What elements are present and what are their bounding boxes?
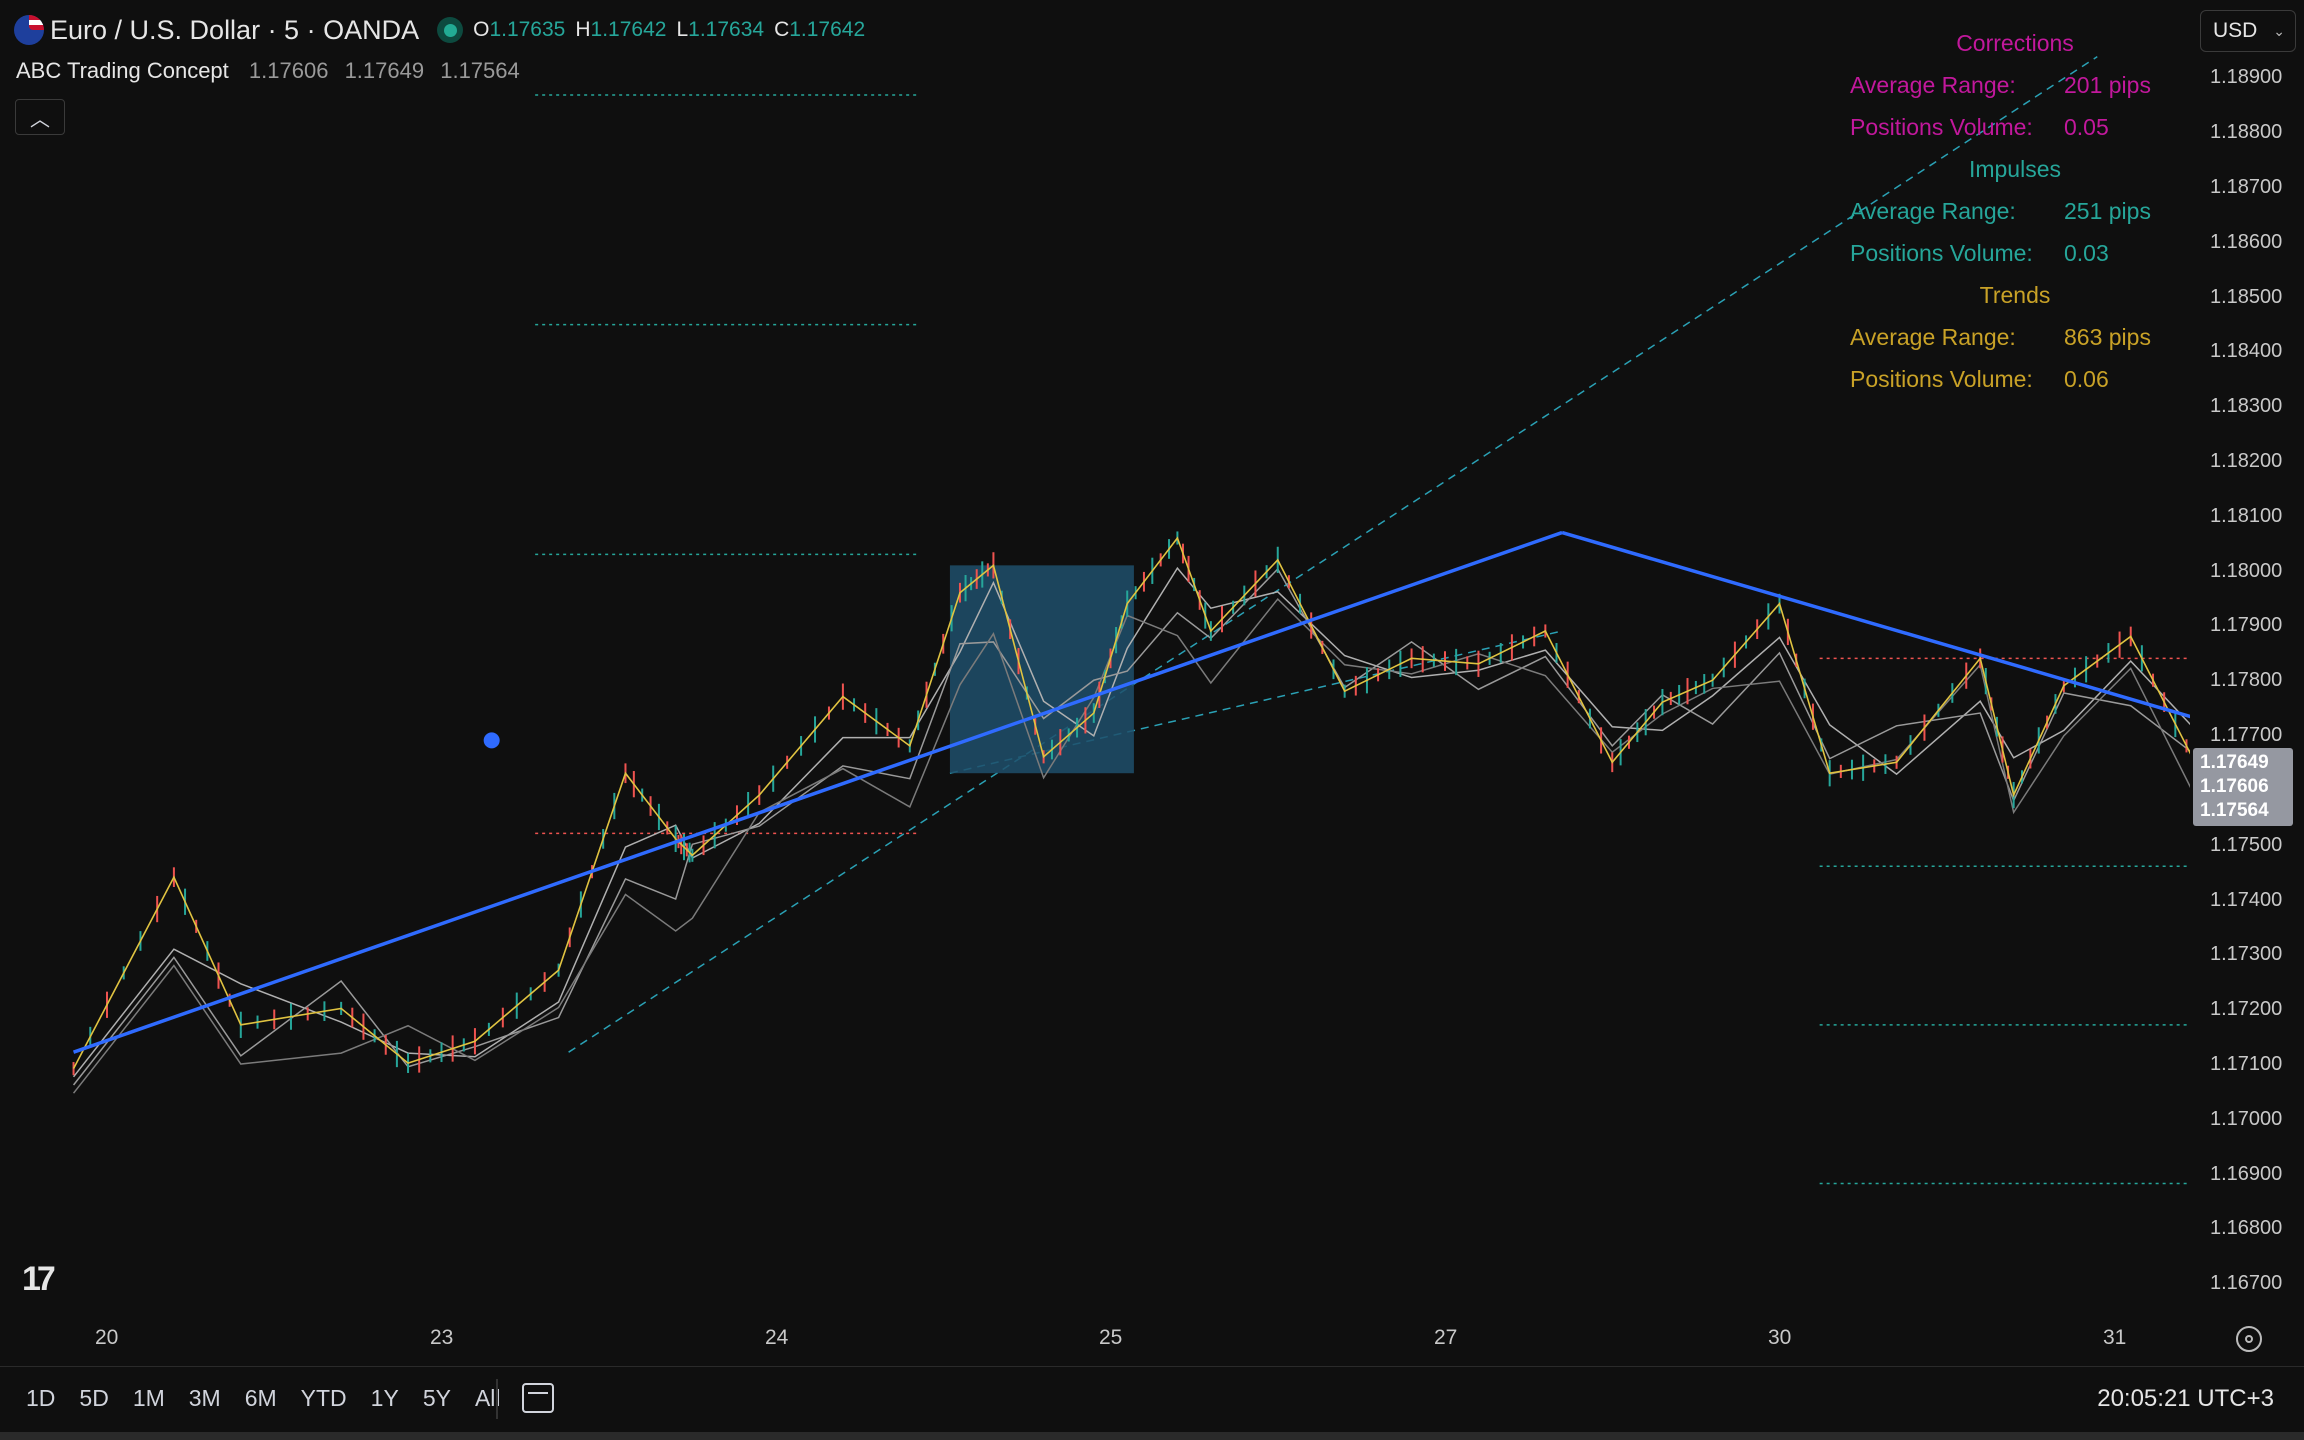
time-tick: 30	[1768, 1326, 1792, 1349]
indicator-value: 1.17606	[248, 58, 329, 83]
eur-usd-flag-icon	[14, 15, 44, 45]
timeframe-5d[interactable]: 5D	[79, 1385, 108, 1412]
status-strip	[0, 1432, 2304, 1440]
price-tick: 1.17100	[2210, 1053, 2283, 1075]
price-tick: 1.18400	[2210, 340, 2283, 362]
time-tick: 24	[765, 1326, 789, 1349]
collapse-legend-button[interactable]: ︿	[15, 99, 65, 135]
indicator-legend[interactable]: ABC Trading Concept 1.17606 1.17649 1.17…	[16, 58, 530, 84]
trends-range: Average Range: 863 pips	[1850, 324, 2151, 350]
time-tick: 27	[1434, 1326, 1458, 1349]
timeframe-list: 1D 5D 1M 3M 6M YTD 1Y 5Y All	[26, 1385, 525, 1412]
signal-marker	[483, 732, 500, 749]
price-tick: 1.16800	[2210, 1217, 2283, 1239]
trends-title: Trends	[1979, 282, 2051, 308]
price-tick: 1.18700	[2210, 176, 2283, 198]
price-tick: 1.18500	[2210, 286, 2283, 308]
timeframe-3m[interactable]: 3M	[189, 1385, 221, 1412]
currency-selector[interactable]: USD ⌄	[2200, 10, 2296, 52]
impulses-volume: Positions Volume: 0.03	[1850, 240, 2109, 266]
price-tick: 1.18800	[2210, 121, 2283, 143]
ohlc-low: L1.17634	[676, 18, 765, 41]
timeframe-ytd[interactable]: YTD	[301, 1385, 347, 1412]
symbol-header: Euro / U.S. Dollar · 5 · OANDA O1.17635 …	[14, 12, 875, 48]
indicator-name: ABC Trading Concept	[16, 58, 229, 83]
chart-settings-icon[interactable]	[2236, 1326, 2262, 1352]
price-label: 1.17606	[2200, 776, 2269, 797]
ohlc-high: H1.17642	[575, 18, 667, 41]
impulses-range: Average Range: 251 pips	[1850, 198, 2151, 224]
time-tick: 23	[430, 1326, 454, 1349]
indicator-value: 1.17564	[440, 58, 520, 83]
market-open-icon	[437, 17, 464, 43]
chevron-up-icon: ︿	[30, 108, 50, 131]
timeframe-1y[interactable]: 1Y	[371, 1385, 399, 1412]
price-tick: 1.17000	[2210, 1108, 2283, 1130]
trend-line	[72, 530, 1563, 1054]
stats-panel: Corrections Average Range: 201 pips Posit…	[1850, 22, 2180, 400]
price-tick: 1.16700	[2210, 1272, 2283, 1294]
symbol-title[interactable]: Euro / U.S. Dollar · 5 · OANDA	[50, 15, 419, 46]
time-tick: 25	[1099, 1326, 1123, 1349]
time-tick: 31	[2103, 1326, 2127, 1349]
price-tick: 1.17500	[2210, 834, 2283, 856]
price-label: 1.17564	[2200, 800, 2269, 821]
bottom-toolbar: 1D 5D 1M 3M 6M YTD 1Y 5Y All 20:05:21 UT…	[0, 1366, 2304, 1433]
price-tick: 1.18200	[2210, 450, 2283, 472]
price-tick: 1.17400	[2210, 889, 2283, 911]
price-tick: 1.18000	[2210, 560, 2283, 582]
toolbar-divider	[496, 1379, 498, 1419]
time-tick: 20	[95, 1326, 119, 1349]
chevron-down-icon: ⌄	[2273, 22, 2285, 39]
price-tick: 1.18300	[2210, 395, 2283, 417]
price-tick: 1.16900	[2210, 1163, 2283, 1185]
corrections-title: Corrections	[1956, 30, 2074, 56]
price-tick: 1.17200	[2210, 998, 2283, 1020]
currency-value: USD	[2213, 19, 2258, 42]
timeframe-1m[interactable]: 1M	[133, 1385, 165, 1412]
ohlc-close: C1.17642	[774, 18, 866, 41]
ohlc-open: O1.17635	[473, 18, 566, 41]
timeframe-6m[interactable]: 6M	[245, 1385, 277, 1412]
price-tick: 1.17900	[2210, 614, 2283, 636]
price-tick: 1.18600	[2210, 231, 2283, 253]
tradingview-logo-icon[interactable]: 17	[22, 1260, 56, 1299]
timeframe-5y[interactable]: 5Y	[423, 1385, 451, 1412]
impulses-title: Impulses	[1968, 156, 2062, 182]
clock-display[interactable]: 20:05:21 UTC+3	[2097, 1385, 2274, 1413]
price-tick: 1.17300	[2210, 943, 2283, 965]
price-tick: 1.18900	[2210, 66, 2283, 88]
price-tick: 1.17800	[2210, 669, 2283, 691]
calendar-icon[interactable]	[522, 1383, 554, 1413]
price-tick: 1.17700	[2210, 724, 2283, 746]
price-label: 1.17649	[2200, 752, 2269, 773]
price-tick: 1.18100	[2210, 505, 2283, 527]
timeframe-1d[interactable]: 1D	[26, 1385, 55, 1412]
corrections-range: Average Range: 201 pips	[1850, 72, 2151, 98]
current-price-labels: 1.17649 1.17606 1.17564	[2193, 748, 2293, 826]
corrections-volume: Positions Volume: 0.05	[1850, 114, 2109, 140]
indicator-value: 1.17649	[344, 58, 425, 83]
trends-volume: Positions Volume: 0.06	[1850, 366, 2109, 392]
